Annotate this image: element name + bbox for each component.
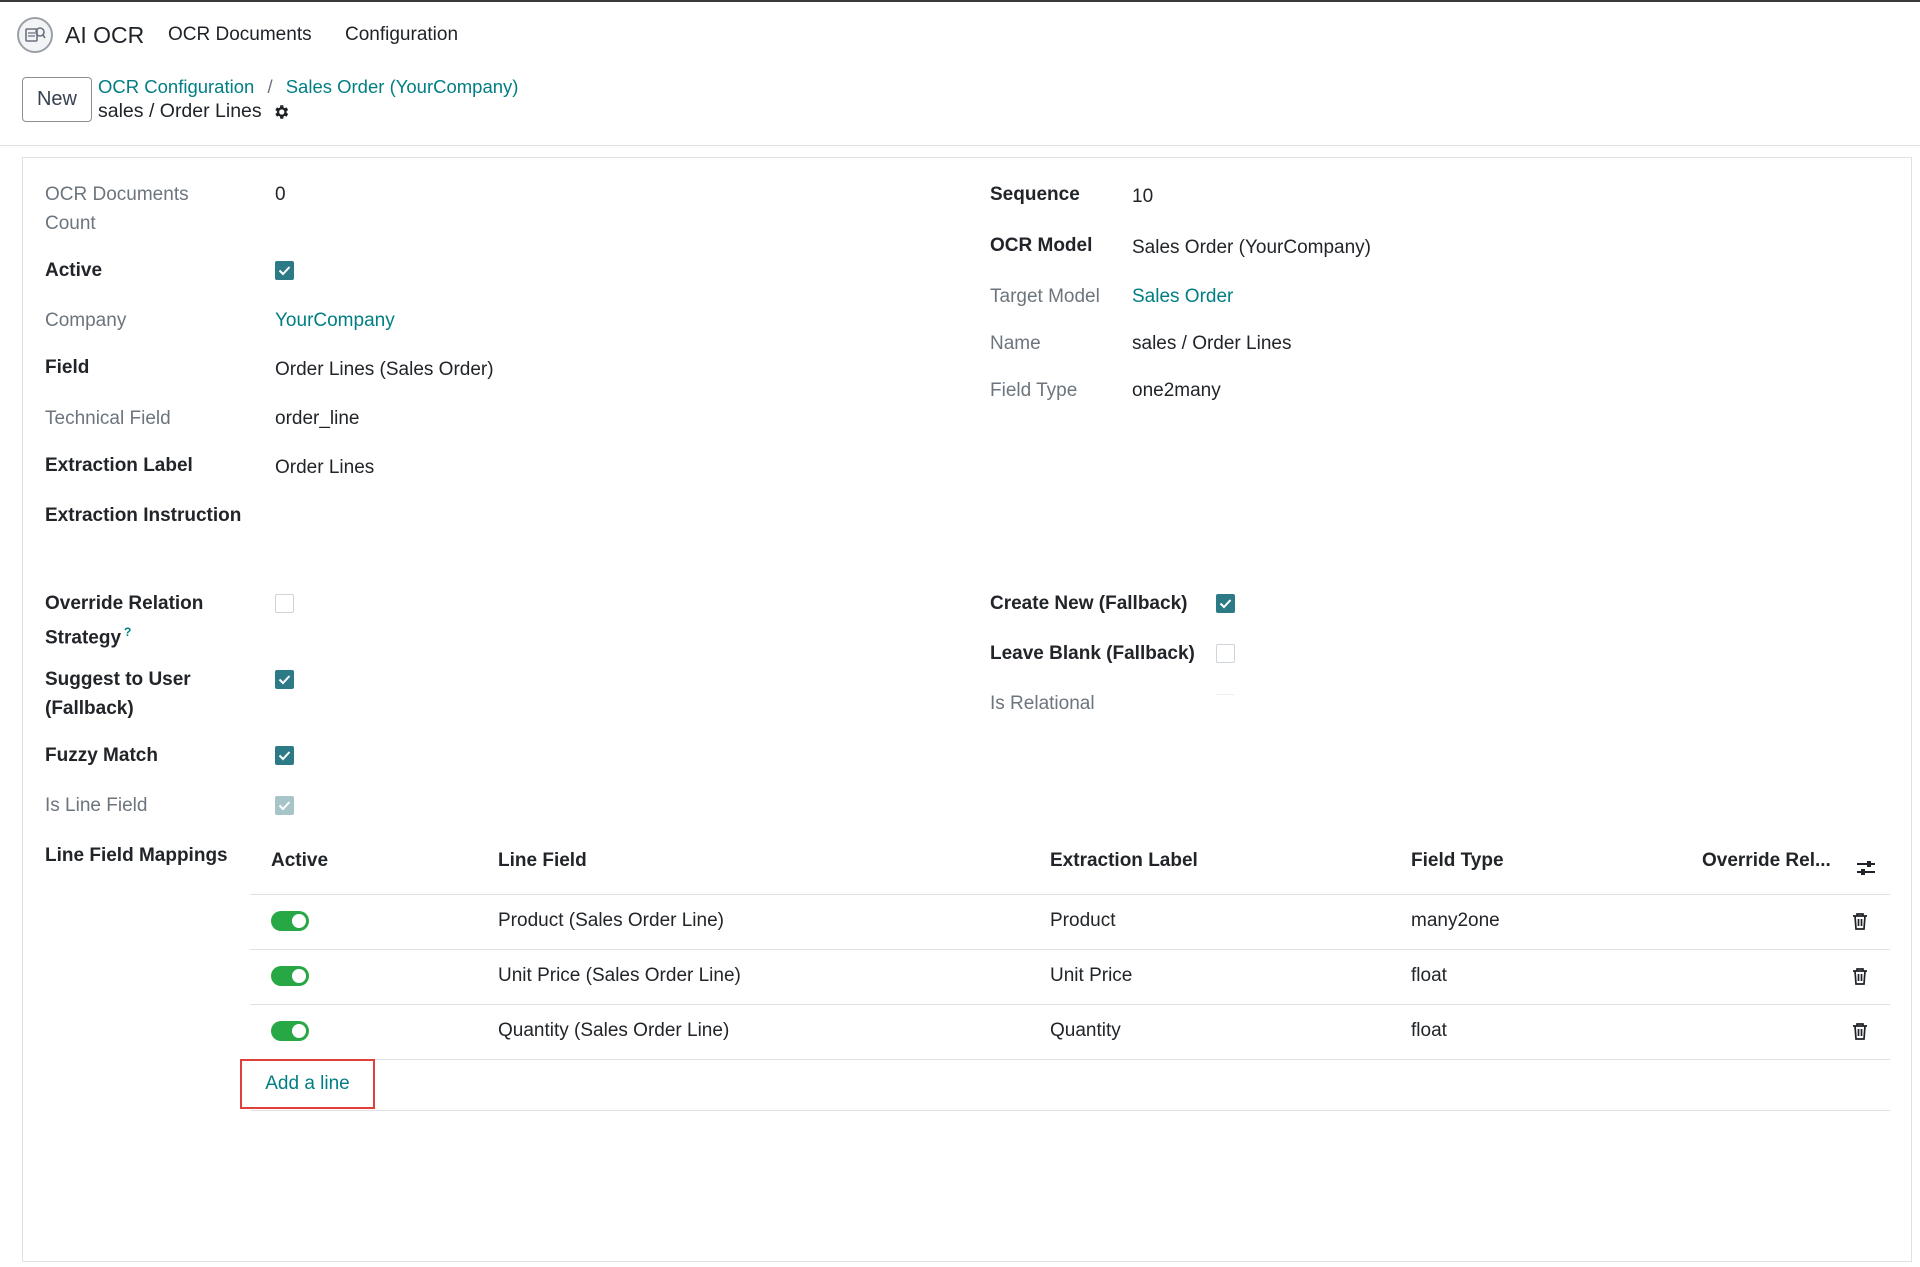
label-extraction-instruction: Extraction Instruction [45,505,242,526]
sliders-icon[interactable] [1855,857,1877,879]
breadcrumb-separator: / [267,76,273,97]
menu-ocr-documents[interactable]: OCR Documents [168,24,312,46]
row-line-field[interactable]: Quantity (Sales Order Line) [498,1020,729,1042]
row-line-field[interactable]: Product (Sales Order Line) [498,910,724,932]
row-extraction-label[interactable]: Unit Price [1050,965,1132,987]
row-divider [250,949,1890,950]
label-company: Company [45,310,127,331]
app-logo-icon[interactable] [17,17,53,53]
row-field-type[interactable]: float [1411,965,1447,987]
record-title: sales / Order Lines [98,100,262,122]
label-fuzzy-match: Fuzzy Match [45,745,158,766]
value-ocr-documents-count[interactable]: 0 [275,180,286,209]
column-header-field-type[interactable]: Field Type [1411,850,1504,872]
label-active: Active [45,260,103,281]
column-header-extraction-label[interactable]: Extraction Label [1050,850,1198,872]
value-technical-field: order_line [275,408,360,429]
is-line-field-checkbox [275,796,294,815]
label-name: Name [990,333,1041,354]
target-model-link[interactable]: Sales Order [1132,282,1233,311]
fuzzy-match-checkbox[interactable] [275,746,294,765]
label-sequence: Sequence [990,184,1080,205]
value-ocr-model[interactable]: Sales Order (YourCompany) [1132,233,1371,262]
row-active-toggle[interactable] [271,911,309,931]
trash-icon[interactable] [1851,966,1869,986]
row-active-toggle[interactable] [271,966,309,986]
menu-configuration[interactable]: Configuration [345,24,458,46]
app-name[interactable]: AI OCR [65,22,144,49]
new-button[interactable]: New [22,77,92,122]
label-text: Override Relation Strategy [45,593,204,649]
label-is-line-field: Is Line Field [45,795,148,816]
control-panel-divider [0,145,1920,146]
value-field-type: one2many [1132,380,1221,401]
label-is-relational: Is Relational [990,693,1095,714]
label-leave-blank: Leave Blank (Fallback) [990,643,1195,664]
value-extraction-label[interactable]: Order Lines [275,453,374,482]
value-extraction-instruction[interactable] [275,501,875,530]
column-header-active[interactable]: Active [271,850,328,872]
add-a-line-button[interactable]: Add a line [240,1059,375,1109]
label-override-relation-strategy: Override Relation Strategy? [45,589,235,652]
column-header-line-field[interactable]: Line Field [498,850,587,872]
suggest-to-user-checkbox[interactable] [275,670,294,689]
leave-blank-checkbox[interactable] [1216,644,1235,663]
breadcrumb-sales-order[interactable]: Sales Order (YourCompany) [286,76,519,97]
help-tooltip-icon[interactable]: ? [124,625,131,639]
label-field: Field [45,357,90,378]
check-icon [278,801,291,811]
label-ocr-model: OCR Model [990,235,1093,256]
create-new-checkbox[interactable] [1216,594,1235,613]
label-target-model: Target Model [990,286,1100,307]
row-divider [250,1059,1890,1060]
row-field-type[interactable]: many2one [1411,910,1500,932]
row-extraction-label[interactable]: Product [1050,910,1115,932]
row-active-toggle[interactable] [271,1021,309,1041]
trash-icon[interactable] [1851,1021,1869,1041]
label-ocr-documents-count: OCR Documents Count [45,184,189,234]
value-field[interactable]: Order Lines (Sales Order) [275,355,494,384]
label-create-new: Create New (Fallback) [990,593,1188,614]
row-line-field[interactable]: Unit Price (Sales Order Line) [498,965,741,987]
check-icon [278,751,291,761]
trash-icon[interactable] [1851,911,1869,931]
breadcrumb: OCR Configuration / Sales Order (YourCom… [98,76,518,98]
value-sequence[interactable]: 10 [1132,182,1153,211]
is-relational-checkbox [1216,694,1235,713]
column-header-override-relation[interactable]: Override Rel... [1702,850,1831,872]
company-link[interactable]: YourCompany [275,306,395,335]
check-icon [278,675,291,685]
breadcrumb-ocr-configuration[interactable]: OCR Configuration [98,76,254,97]
label-field-type: Field Type [990,380,1078,401]
row-divider [250,1004,1890,1005]
check-icon [278,266,291,276]
top-navbar: AI OCR OCR Documents Configuration [0,0,1920,64]
list-footer-divider [250,1110,1890,1111]
record-title-row: sales / Order Lines [98,100,290,123]
check-icon [1219,599,1232,609]
row-field-type[interactable]: float [1411,1020,1447,1042]
row-extraction-label[interactable]: Quantity [1050,1020,1121,1042]
label-extraction-label: Extraction Label [45,455,193,476]
label-technical-field: Technical Field [45,408,171,429]
gear-icon[interactable] [272,103,290,121]
override-relation-strategy-checkbox[interactable] [275,594,294,613]
list-header-divider [250,894,1890,895]
value-name: sales / Order Lines [1132,333,1292,354]
label-suggest-to-user: Suggest to User (Fallback) [45,669,191,719]
label-line-field-mappings: Line Field Mappings [45,845,228,866]
active-checkbox[interactable] [275,261,294,280]
